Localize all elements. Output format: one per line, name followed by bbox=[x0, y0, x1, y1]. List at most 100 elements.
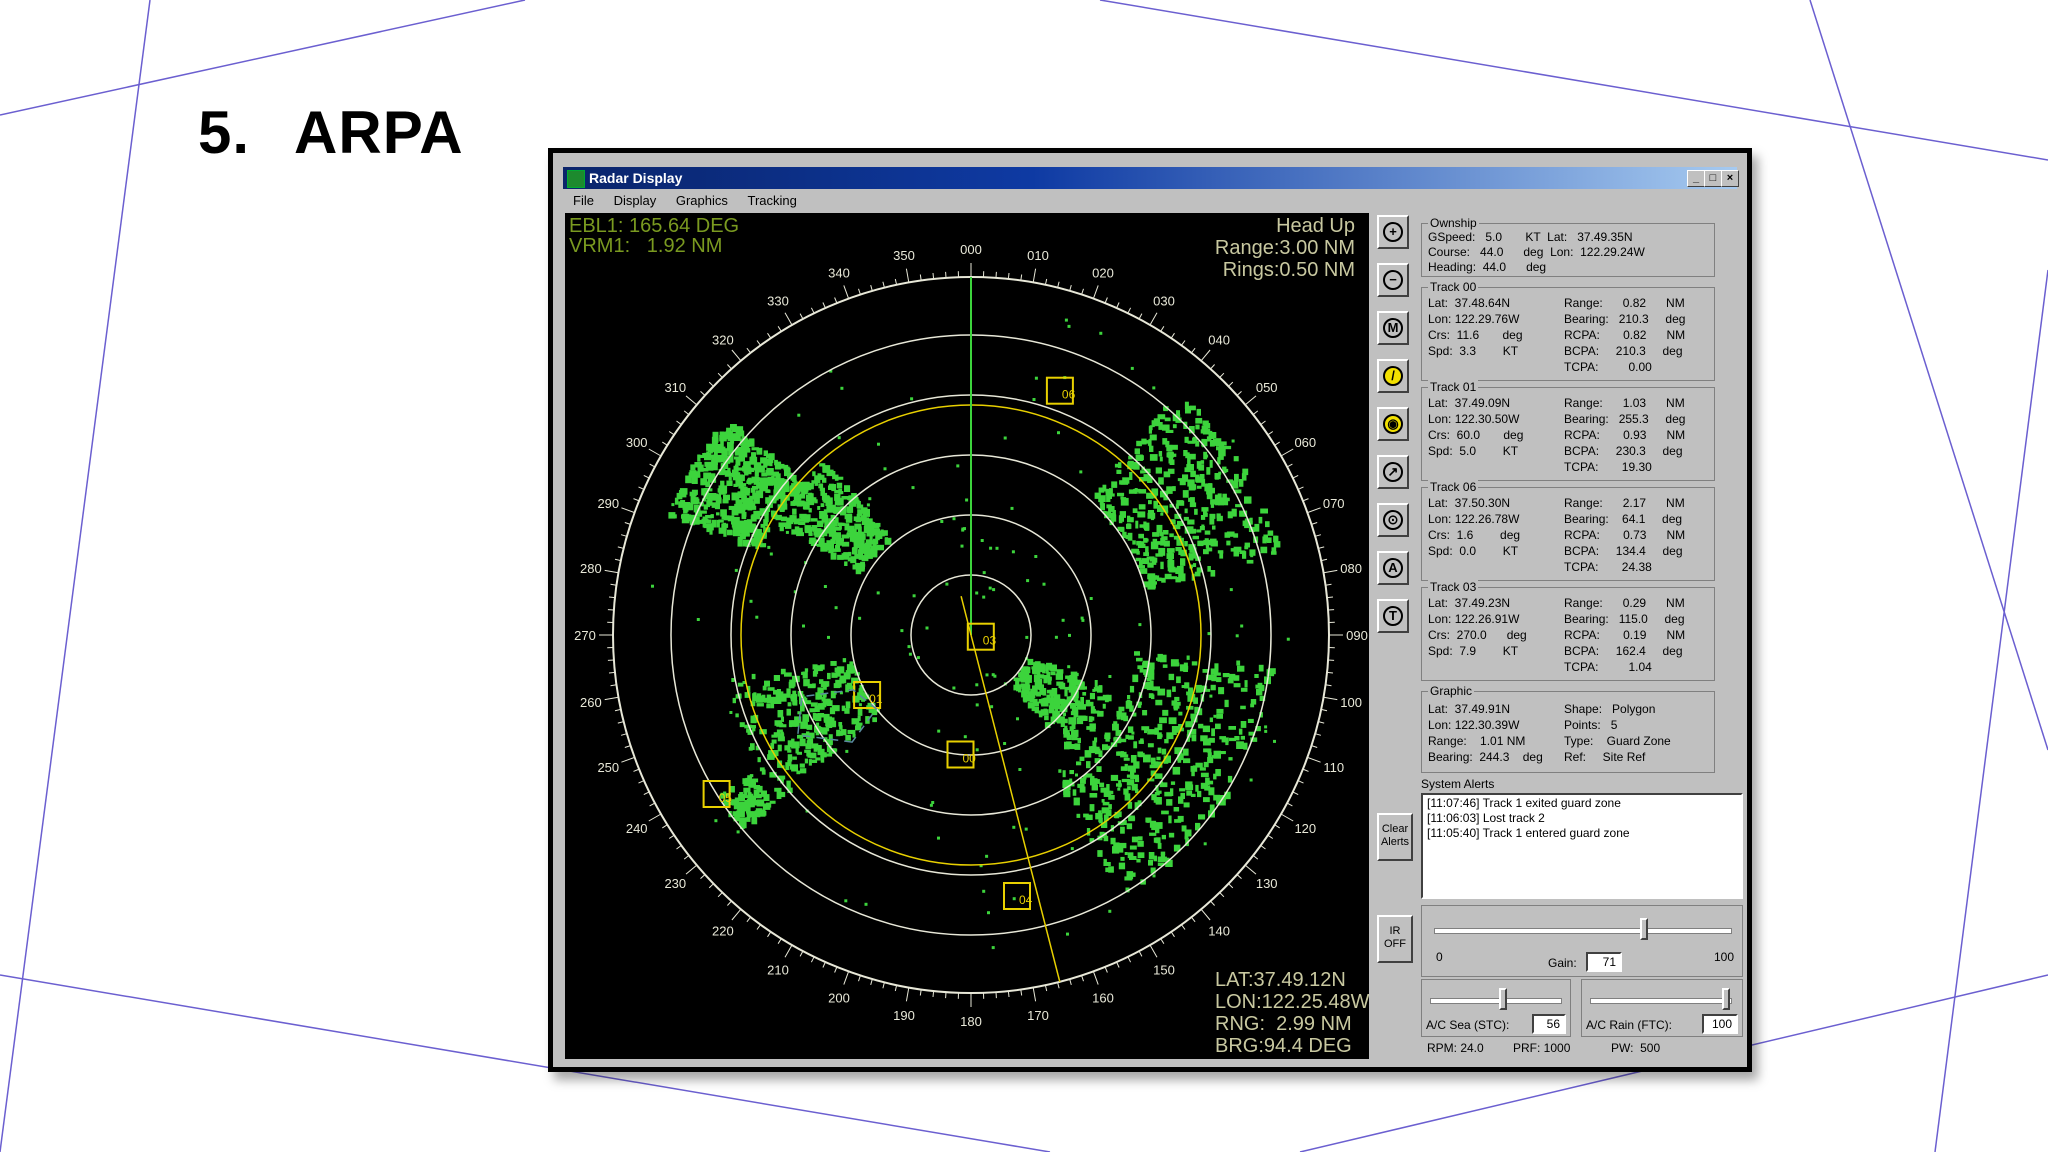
land-echo bbox=[1203, 738, 1211, 746]
land-echo bbox=[712, 493, 718, 501]
land-echo bbox=[1188, 497, 1193, 502]
land-echo bbox=[786, 688, 791, 694]
land-echo bbox=[1157, 688, 1166, 696]
land-echo bbox=[1117, 492, 1125, 497]
land-echo bbox=[1247, 718, 1254, 723]
land-echo bbox=[717, 458, 724, 463]
land-echo bbox=[1132, 508, 1138, 513]
land-echo bbox=[723, 494, 730, 501]
land-echo bbox=[1150, 820, 1155, 827]
bearing-tick bbox=[1292, 791, 1299, 796]
radar-scope[interactable]: 000 010 020 030 040 050 060 070 080 090 100 110 120 1… bbox=[565, 213, 1369, 1059]
sea-track[interactable] bbox=[1430, 998, 1562, 1004]
ebl-button[interactable]: / bbox=[1377, 359, 1409, 393]
sea-input[interactable]: 56 bbox=[1532, 1014, 1566, 1034]
gain-input[interactable]: 71 bbox=[1586, 952, 1622, 972]
land-echo bbox=[766, 703, 771, 709]
land-echo bbox=[845, 670, 854, 674]
land-echo bbox=[744, 488, 750, 493]
land-echo bbox=[876, 544, 884, 551]
track-button[interactable]: T bbox=[1377, 599, 1409, 633]
echo-speck bbox=[982, 571, 986, 575]
echo-speck bbox=[651, 584, 654, 588]
land-echo bbox=[1216, 446, 1224, 451]
bearing-tick bbox=[1323, 569, 1338, 574]
land-echo bbox=[1064, 689, 1068, 697]
land-echo bbox=[695, 471, 701, 478]
land-echo bbox=[1228, 757, 1233, 761]
acquire-button[interactable]: A bbox=[1377, 551, 1409, 585]
land-echo bbox=[1178, 573, 1186, 582]
track-title: Track 03 bbox=[1428, 580, 1479, 594]
close-button[interactable]: × bbox=[1721, 170, 1739, 187]
echo-speck bbox=[1213, 714, 1217, 718]
rain-input[interactable]: 100 bbox=[1702, 1014, 1738, 1034]
echo-speck bbox=[1130, 366, 1134, 370]
land-echo bbox=[766, 454, 771, 459]
land-echo bbox=[1198, 814, 1206, 820]
rpm-status: RPM: 24.0 bbox=[1427, 1041, 1484, 1055]
bearing-tick bbox=[1302, 498, 1309, 502]
land-echo bbox=[1205, 541, 1210, 549]
menu-tracking[interactable]: Tracking bbox=[747, 191, 796, 211]
gain-thumb[interactable] bbox=[1640, 918, 1649, 940]
land-echo bbox=[1191, 661, 1198, 666]
echo-speck bbox=[1032, 398, 1036, 401]
bearing-tick bbox=[882, 982, 885, 989]
land-echo bbox=[774, 787, 782, 792]
track-field: Lon: 122.26.91W bbox=[1428, 612, 1520, 626]
land-echo bbox=[1157, 723, 1163, 731]
land-echo bbox=[1184, 436, 1189, 443]
gain-track[interactable] bbox=[1434, 928, 1732, 934]
bearing-label: 060 bbox=[1294, 435, 1316, 450]
clear-alerts-button[interactable]: Clear Alerts bbox=[1377, 813, 1413, 861]
land-echo bbox=[1120, 738, 1127, 743]
echo-speck bbox=[925, 626, 929, 630]
land-echo bbox=[730, 437, 735, 444]
land-echo bbox=[1168, 568, 1176, 573]
track-label: 06 bbox=[1062, 388, 1076, 402]
sea-label: A/C Sea (STC): bbox=[1426, 1018, 1510, 1032]
land-echo bbox=[1135, 520, 1139, 529]
alerts-list[interactable]: [11:07:46] Track 1 exited guard zone [11… bbox=[1421, 793, 1743, 899]
maximize-button[interactable]: □ bbox=[1704, 170, 1722, 187]
land-echo bbox=[812, 683, 816, 688]
menu-graphics[interactable]: Graphics bbox=[676, 191, 728, 211]
land-echo bbox=[836, 482, 843, 489]
bearing-label: 160 bbox=[1092, 991, 1114, 1006]
land-echo bbox=[757, 757, 761, 763]
echo-speck bbox=[1012, 897, 1016, 901]
rain-track[interactable] bbox=[1590, 998, 1732, 1004]
land-echo bbox=[1166, 799, 1173, 806]
radar-ppi-display[interactable]: 000 010 020 030 040 050 060 070 080 090 100 110 120 1… bbox=[565, 213, 1369, 1059]
echo-speck bbox=[1240, 624, 1244, 628]
marker-button[interactable]: M bbox=[1377, 311, 1409, 345]
land-echo bbox=[1083, 813, 1089, 818]
window-titlebar[interactable]: Radar Display _ □ × bbox=[563, 167, 1739, 189]
echo-speck bbox=[736, 830, 740, 834]
ir-off-button[interactable]: IR OFF bbox=[1377, 915, 1413, 963]
menu-display[interactable]: Display bbox=[614, 191, 657, 211]
land-echo bbox=[1102, 484, 1107, 492]
land-echo bbox=[1180, 792, 1185, 799]
echo-speck bbox=[982, 595, 986, 599]
land-echo bbox=[1032, 691, 1040, 696]
zoom-in-button[interactable]: + bbox=[1377, 215, 1409, 249]
menu-file[interactable]: File bbox=[573, 191, 594, 211]
land-echo bbox=[811, 497, 817, 502]
land-echo bbox=[731, 678, 735, 682]
center-button[interactable]: ⊙ bbox=[1377, 503, 1409, 537]
zoom-out-button[interactable]: − bbox=[1377, 263, 1409, 297]
land-echo bbox=[1076, 813, 1081, 818]
sea-thumb[interactable] bbox=[1498, 988, 1507, 1010]
minimize-button[interactable]: _ bbox=[1687, 170, 1705, 187]
land-echo bbox=[1024, 683, 1030, 687]
vrm-button[interactable]: ◉ bbox=[1377, 407, 1409, 441]
heading-button[interactable]: ↗ bbox=[1377, 455, 1409, 489]
bearing-tick bbox=[683, 855, 690, 860]
land-echo bbox=[1147, 442, 1152, 446]
land-echo bbox=[784, 672, 792, 677]
land-echo bbox=[1209, 460, 1213, 468]
bearing-tick bbox=[608, 671, 616, 674]
rain-thumb[interactable] bbox=[1722, 988, 1730, 1010]
